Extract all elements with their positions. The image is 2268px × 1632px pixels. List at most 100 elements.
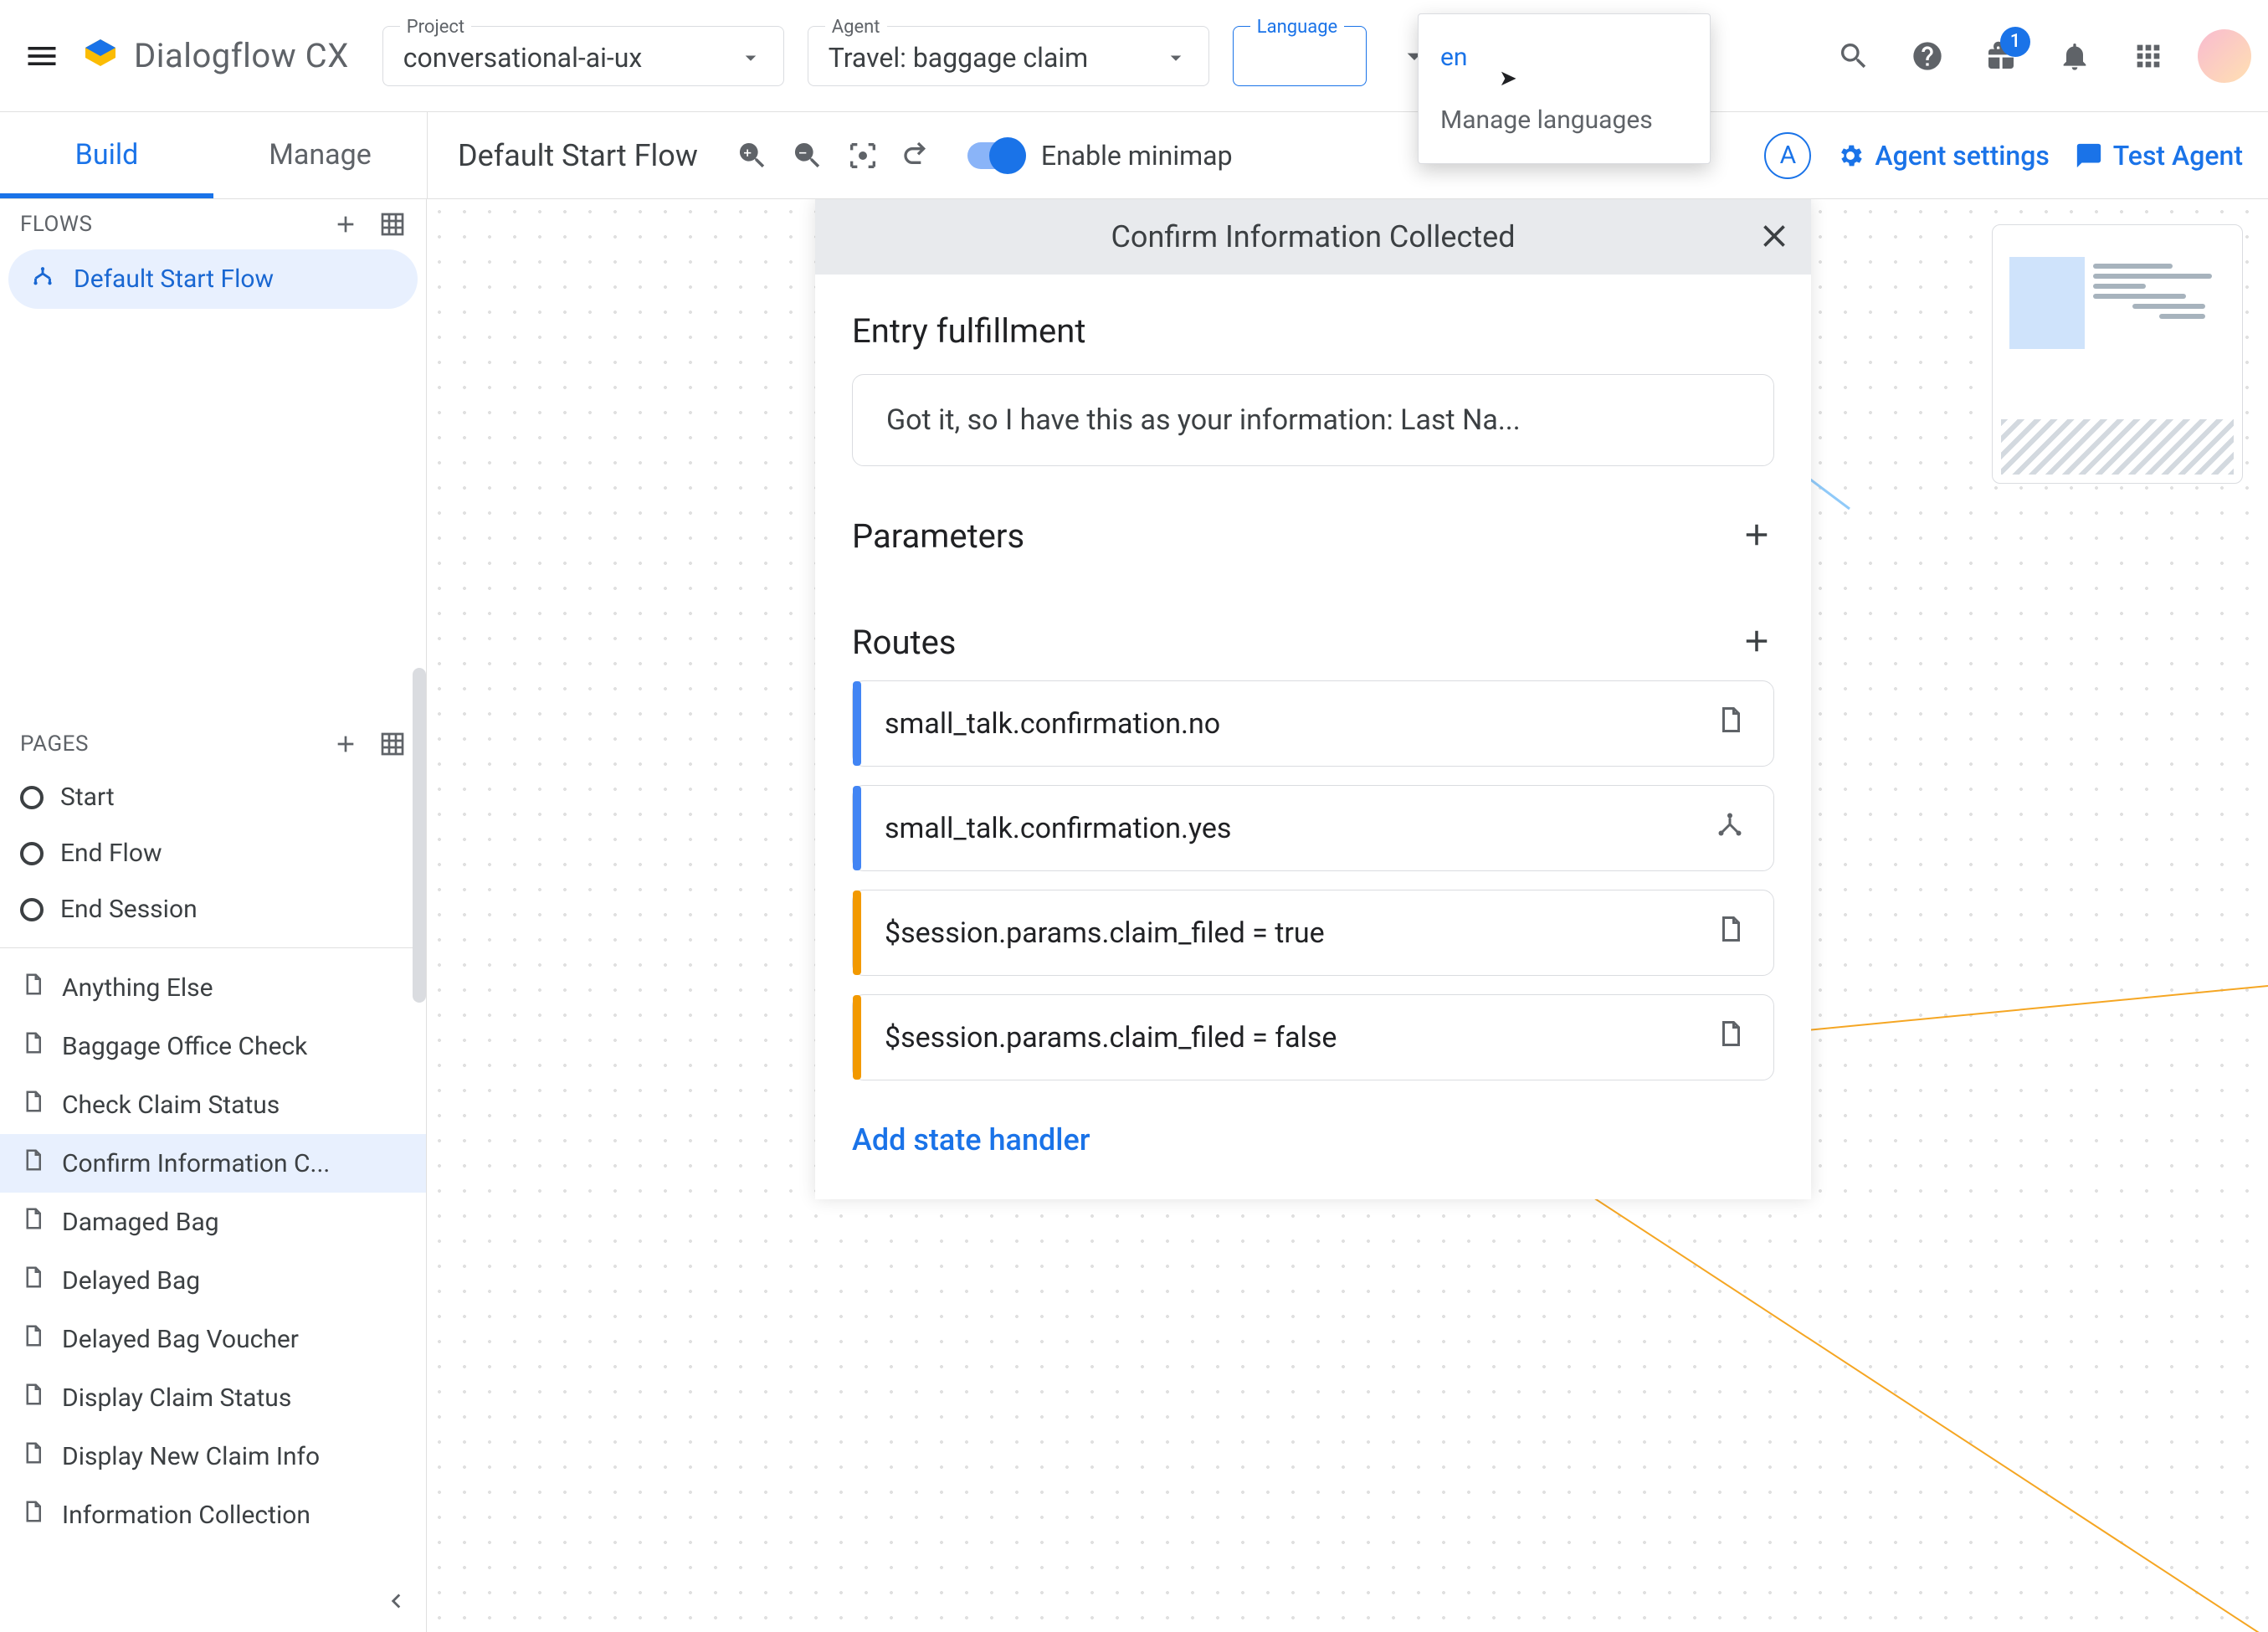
page-icon (1715, 705, 1745, 742)
tab-manage[interactable]: Manage (213, 113, 427, 198)
tab-build[interactable]: Build (0, 113, 213, 198)
routes-header: Routes (852, 623, 956, 662)
circle-icon (20, 786, 44, 809)
caret-down-icon (1163, 45, 1188, 70)
pages-grid-icon[interactable] (379, 731, 406, 757)
manage-languages-link[interactable]: Manage languages (1437, 80, 1691, 143)
flows-grid-icon[interactable] (379, 211, 406, 238)
flow-item-label: Default Start Flow (74, 264, 274, 294)
project-selector[interactable]: Project conversational-ai-ux (382, 26, 784, 86)
minimap-toggle[interactable] (967, 142, 1026, 169)
add-flow-icon[interactable] (332, 211, 359, 238)
agent-selector[interactable]: Agent Travel: baggage claim (808, 26, 1209, 86)
notifications-icon[interactable] (2050, 32, 2099, 80)
circle-icon (20, 842, 44, 865)
project-selector-label: Project (400, 17, 471, 38)
route-item[interactable]: $session.params.claim_filed = false (852, 994, 1774, 1080)
sub-bar: Build Manage Default Start Flow Enable m… (0, 112, 2268, 199)
route-item[interactable]: small_talk.confirmation.no (852, 680, 1774, 767)
page-item[interactable]: Check Claim Status (0, 1075, 426, 1134)
apps-icon[interactable] (2124, 32, 2173, 80)
page-icon (20, 972, 45, 1003)
page-item[interactable]: Damaged Bag (0, 1193, 426, 1251)
page-start[interactable]: Start (0, 769, 426, 825)
gear-icon (1836, 141, 1865, 170)
page-icon (20, 1089, 45, 1121)
hamburger-menu-icon[interactable] (17, 31, 67, 81)
add-state-handler-link[interactable]: Add state handler (852, 1122, 1774, 1157)
agent-settings-link[interactable]: Agent settings (1836, 140, 2049, 172)
search-icon[interactable] (1829, 32, 1878, 80)
entry-fulfillment-header: Entry fulfillment (852, 311, 1774, 351)
page-end-flow[interactable]: End Flow (0, 825, 426, 881)
page-icon (20, 1323, 45, 1355)
notification-badge: 1 (2000, 27, 2030, 57)
add-page-icon[interactable] (332, 731, 359, 757)
zoom-out-icon[interactable] (783, 131, 832, 180)
flow-canvas[interactable]: Confirm Information Collected Entry fulf… (427, 199, 2268, 1632)
page-item[interactable]: Information Collection (0, 1486, 426, 1544)
chat-icon (2075, 141, 2103, 170)
reset-view-icon[interactable] (894, 131, 942, 180)
test-agent-link[interactable]: Test Agent (2075, 140, 2243, 172)
language-selector-label: Language (1250, 17, 1344, 38)
page-item[interactable]: Display New Claim Info (0, 1427, 426, 1486)
caret-down-icon (738, 45, 763, 70)
close-icon[interactable] (1756, 218, 1793, 262)
route-item[interactable]: $session.params.claim_filed = true (852, 890, 1774, 976)
zoom-in-icon[interactable] (728, 131, 777, 180)
language-dropdown: en ➤ Manage languages (1418, 13, 1711, 164)
pages-section-label: PAGES (20, 731, 89, 757)
minimap[interactable] (1992, 224, 2243, 484)
language-option-en[interactable]: en (1437, 34, 1691, 80)
page-end-session[interactable]: End Session (0, 881, 426, 937)
page-item[interactable]: Confirm Information C... (0, 1134, 426, 1193)
agent-selector-label: Agent (825, 17, 887, 38)
add-route-icon[interactable] (1739, 624, 1774, 662)
page-icon (20, 1440, 45, 1472)
add-parameter-icon[interactable] (1739, 517, 1774, 556)
project-selector-value: conversational-ai-ux (403, 42, 642, 74)
brand-name: Dialogflow CX (134, 36, 349, 75)
page-item[interactable]: Anything Else (0, 958, 426, 1017)
agent-selector-value: Travel: baggage claim (829, 42, 1088, 74)
nav-tabs: Build Manage (0, 113, 427, 198)
fit-view-icon[interactable] (839, 131, 887, 180)
page-item[interactable]: Delayed Bag Voucher (0, 1310, 426, 1368)
flow-icon (1715, 809, 1745, 847)
minimap-toggle-label: Enable minimap (1041, 140, 1233, 172)
page-item[interactable]: Display Claim Status (0, 1368, 426, 1427)
sidebar-flow-default[interactable]: Default Start Flow (8, 249, 418, 309)
page-icon (20, 1382, 45, 1414)
dialogflow-logo-icon (80, 36, 121, 76)
flows-section-label: FLOWS (20, 212, 92, 237)
user-avatar[interactable] (2198, 29, 2251, 83)
whatsnew-icon[interactable]: 1 (1977, 32, 2025, 80)
page-icon (1715, 1019, 1745, 1056)
page-item[interactable]: Baggage Office Check (0, 1017, 426, 1075)
page-item[interactable]: Delayed Bag (0, 1251, 426, 1310)
tree-icon (28, 265, 57, 294)
brand: Dialogflow CX (80, 36, 349, 76)
sidebar-scrollbar[interactable] (413, 668, 426, 1003)
page-icon (20, 1030, 45, 1062)
language-selector[interactable]: Language (1233, 26, 1367, 86)
page-icon (20, 1147, 45, 1179)
page-icon (20, 1206, 45, 1238)
page-panel-title: Confirm Information Collected (1111, 219, 1515, 254)
page-icon (20, 1499, 45, 1531)
route-item[interactable]: small_talk.confirmation.yes (852, 785, 1774, 871)
page-icon (20, 1265, 45, 1296)
top-actions: 1 (1829, 29, 2251, 83)
help-icon[interactable] (1903, 32, 1952, 80)
entry-fulfillment-item[interactable]: Got it, so I have this as your informati… (852, 374, 1774, 466)
minimap-viewport (2009, 257, 2085, 349)
page-panel-header: Confirm Information Collected (815, 199, 1811, 275)
parameters-header: Parameters (852, 516, 1024, 556)
agent-avatar-circle[interactable]: A (1764, 132, 1811, 179)
top-bar: Dialogflow CX Project conversational-ai-… (0, 0, 2268, 112)
page-panel: Confirm Information Collected Entry fulf… (815, 199, 1811, 1199)
circle-icon (20, 898, 44, 921)
collapse-sidebar-icon[interactable] (381, 1587, 409, 1619)
sidebar: FLOWS Default Start Flow PAGES Start End… (0, 199, 427, 1632)
